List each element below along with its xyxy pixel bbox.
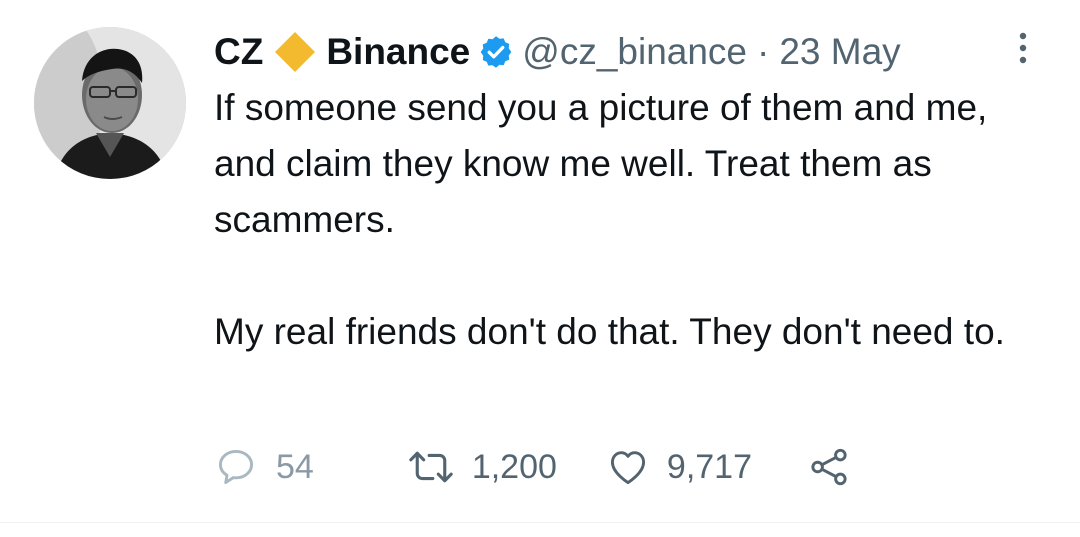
tweet-paragraph: My real friends don't do that. They don'…: [214, 311, 1005, 352]
reply-button[interactable]: 54: [214, 445, 314, 489]
tweet-actions: 54 1,200 9,717: [214, 442, 852, 492]
avatar-photo: [34, 27, 186, 179]
header-separator: ·: [757, 31, 770, 72]
tweet[interactable]: CZ Binance @cz_binance · 23 May If someo…: [0, 0, 1080, 537]
author-affiliation[interactable]: Binance: [326, 26, 470, 78]
reply-icon: [214, 445, 258, 489]
divider: [0, 522, 1080, 523]
like-button[interactable]: 9,717: [605, 445, 752, 489]
share-icon: [806, 445, 852, 489]
reply-count: 54: [276, 447, 314, 486]
like-count: 9,717: [666, 447, 753, 486]
tweet-date[interactable]: 23 May: [779, 26, 900, 78]
binance-diamond-icon: [273, 30, 317, 74]
tweet-paragraph: If someone send you a picture of them an…: [214, 87, 988, 240]
avatar[interactable]: [34, 27, 186, 179]
retweet-count: 1,200: [471, 447, 557, 486]
author-name[interactable]: CZ: [214, 26, 263, 78]
tweet-text: If someone send you a picture of them an…: [214, 80, 1044, 360]
author-handle[interactable]: @cz_binance: [522, 26, 747, 78]
more-vertical-icon[interactable]: [1010, 30, 1036, 70]
verified-badge-icon: [478, 34, 514, 70]
tweet-header: CZ Binance @cz_binance · 23 May: [214, 26, 901, 78]
heart-icon: [605, 445, 651, 489]
retweet-button[interactable]: 1,200: [406, 445, 557, 489]
retweet-icon: [406, 445, 456, 489]
share-button[interactable]: [806, 445, 852, 489]
